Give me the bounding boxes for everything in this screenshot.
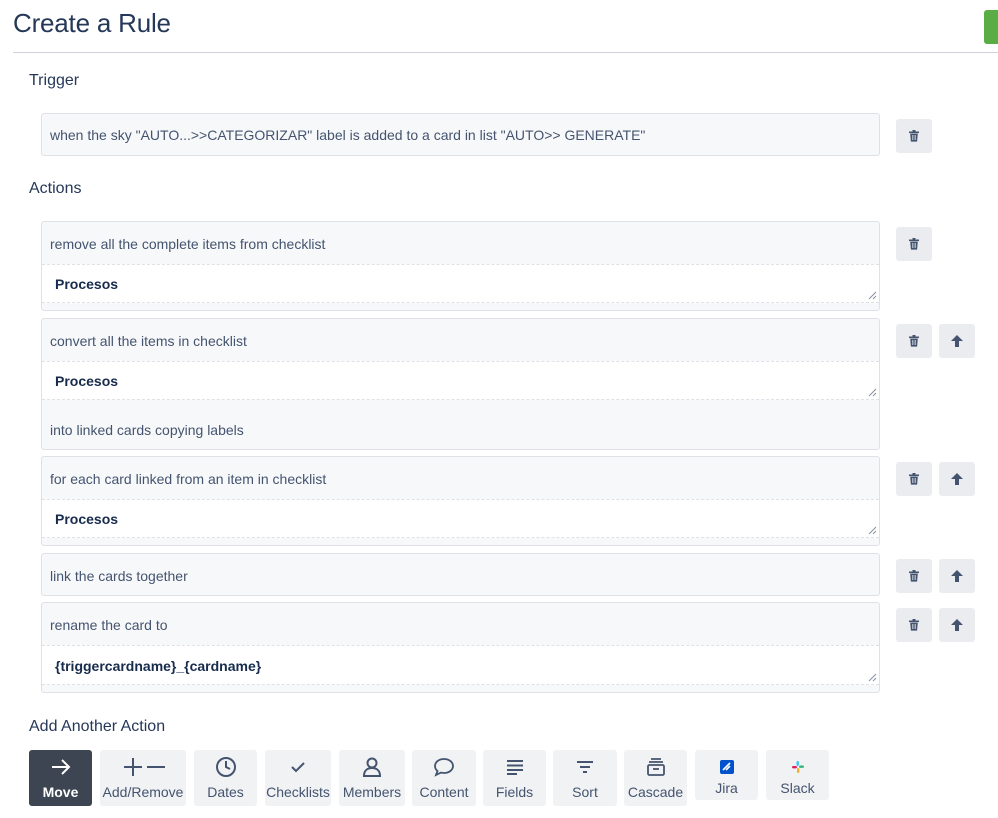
trigger-box[interactable]: when the sky "AUTO...>>CATEGORIZAR" labe… xyxy=(41,113,880,156)
field-value: Procesos xyxy=(55,373,119,389)
tab-content[interactable]: Content xyxy=(412,750,476,806)
tab-label: Content xyxy=(419,784,469,800)
trash-icon xyxy=(909,473,919,485)
tab-jira[interactable]: Jira xyxy=(695,750,758,800)
trigger-text: when the sky "AUTO...>>CATEGORIZAR" labe… xyxy=(50,127,646,143)
tab-fields[interactable]: Fields xyxy=(483,750,546,806)
resize-grip-icon[interactable] xyxy=(868,526,877,535)
plus-minus-icon xyxy=(121,750,165,784)
action-for-each-linked: for each card linked from an item in che… xyxy=(41,456,880,546)
action-text: remove all the complete items from check… xyxy=(50,236,326,252)
slack-icon xyxy=(791,750,805,784)
jira-icon xyxy=(719,750,734,784)
move-action-up-button[interactable] xyxy=(939,462,975,496)
field-value: Procesos xyxy=(55,276,119,292)
trash-icon xyxy=(909,238,919,250)
checklist-name-field[interactable]: Procesos xyxy=(42,264,879,303)
title-divider xyxy=(13,52,998,53)
tab-label: Sort xyxy=(572,784,598,800)
tab-label: Checklists xyxy=(266,784,330,800)
clock-icon xyxy=(215,750,237,784)
action-text: link the cards together xyxy=(50,568,188,584)
tab-sort[interactable]: Sort xyxy=(553,750,617,806)
move-action-up-button[interactable] xyxy=(939,324,975,358)
action-convert-items: convert all the items in checklist Proce… xyxy=(41,318,880,450)
delete-trigger-button[interactable] xyxy=(896,119,932,153)
tab-label: Jira xyxy=(715,780,738,796)
tab-label: Members xyxy=(342,784,402,800)
delete-action-button[interactable] xyxy=(896,324,932,358)
speech-bubble-icon xyxy=(433,750,455,784)
arrow-up-icon xyxy=(951,619,963,631)
tab-cascade[interactable]: Cascade xyxy=(624,750,687,806)
tab-label: Add/Remove xyxy=(102,784,184,800)
tab-slack[interactable]: Slack xyxy=(766,750,829,800)
trash-icon xyxy=(909,570,919,582)
action-suffix-text: into linked cards copying labels xyxy=(50,422,244,438)
move-action-up-button[interactable] xyxy=(939,608,975,642)
trigger-heading: Trigger xyxy=(29,72,80,89)
move-action-up-button[interactable] xyxy=(939,559,975,593)
delete-action-button[interactable] xyxy=(896,227,932,261)
tab-label: Slack xyxy=(780,780,815,796)
delete-action-button[interactable] xyxy=(896,559,932,593)
tab-members[interactable]: Members xyxy=(339,750,405,806)
trash-icon xyxy=(909,335,919,347)
action-text: rename the card to xyxy=(50,617,168,633)
field-value: Procesos xyxy=(55,511,119,527)
tab-label: Cascade xyxy=(627,784,684,800)
save-button-edge[interactable] xyxy=(984,10,998,44)
tab-label: Dates xyxy=(207,784,244,800)
arrow-up-icon xyxy=(951,335,963,347)
tab-add-remove[interactable]: Add/Remove xyxy=(100,750,186,806)
add-action-heading: Add Another Action xyxy=(29,718,166,735)
delete-action-button[interactable] xyxy=(896,462,932,496)
tab-dates[interactable]: Dates xyxy=(194,750,257,806)
arrow-up-icon xyxy=(951,570,963,582)
lines-icon xyxy=(505,750,525,784)
resize-grip-icon[interactable] xyxy=(868,673,877,682)
arrow-right-icon xyxy=(50,750,72,784)
action-text: convert all the items in checklist xyxy=(50,333,247,349)
trash-icon xyxy=(909,619,919,631)
trash-icon xyxy=(909,130,919,142)
stack-icon xyxy=(646,750,666,784)
actions-heading: Actions xyxy=(29,180,82,197)
action-remove-items: remove all the complete items from check… xyxy=(41,221,880,311)
card-name-field[interactable]: {triggercardname}_{cardname} xyxy=(42,645,879,685)
action-text: for each card linked from an item in che… xyxy=(50,471,327,487)
resize-grip-icon[interactable] xyxy=(868,388,877,397)
tab-label: Move xyxy=(42,784,79,800)
resize-grip-icon[interactable] xyxy=(868,291,877,300)
field-value: {triggercardname}_{cardname} xyxy=(55,658,262,674)
action-rename-card: rename the card to {triggercardname}_{ca… xyxy=(41,602,880,693)
tab-checklists[interactable]: Checklists xyxy=(265,750,331,806)
tab-move[interactable]: Move xyxy=(29,750,92,806)
filter-icon xyxy=(575,750,595,784)
person-icon xyxy=(361,750,383,784)
checkmark-icon xyxy=(290,750,306,784)
checklist-name-field[interactable]: Procesos xyxy=(42,361,879,400)
arrow-up-icon xyxy=(951,473,963,485)
tab-label: Fields xyxy=(495,784,534,800)
delete-action-button[interactable] xyxy=(896,608,932,642)
action-link-cards: link the cards together xyxy=(41,553,880,596)
page-title: Create a Rule xyxy=(13,8,171,38)
checklist-name-field[interactable]: Procesos xyxy=(42,499,879,538)
